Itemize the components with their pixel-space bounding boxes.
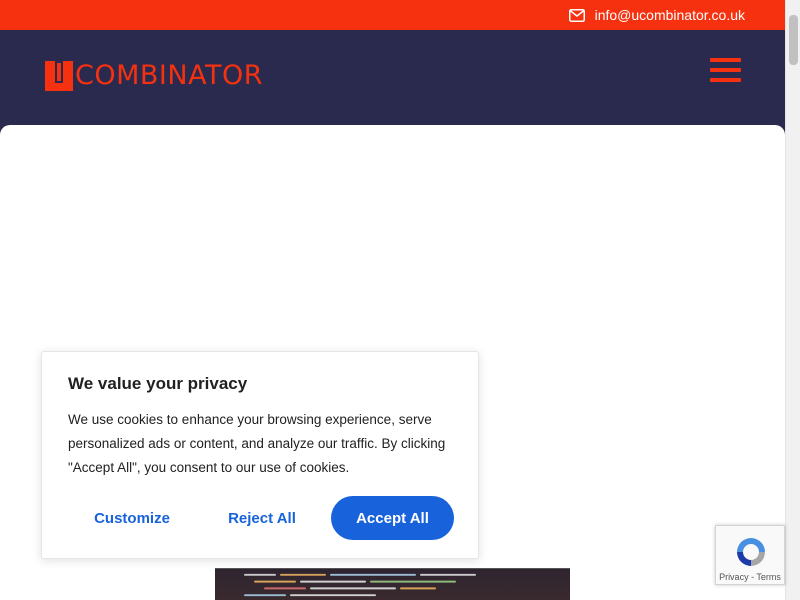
customize-button[interactable]: Customize [72,496,192,540]
privacy-link[interactable]: Privacy [719,572,749,582]
scrollbar-thumb[interactable] [789,15,798,65]
logo-mark-icon [45,61,73,91]
terms-link[interactable]: Terms [756,572,781,582]
hero-image [215,568,570,600]
site-header: COMBINATOR [0,30,785,130]
site-logo[interactable]: COMBINATOR [45,60,263,92]
email-text: info@ucombinator.co.uk [594,7,745,23]
accept-all-button[interactable]: Accept All [331,496,454,540]
menu-button[interactable] [710,58,741,84]
cookie-consent-banner: We value your privacy We use cookies to … [41,351,479,559]
code-screenshot-image [244,573,476,597]
email-link[interactable]: info@ucombinator.co.uk [568,5,745,25]
envelope-icon [568,8,585,22]
recaptcha-links: Privacy - Terms [716,572,784,582]
logo-text: COMBINATOR [75,60,263,91]
cookie-title: We value your privacy [68,374,248,393]
recaptcha-badge[interactable]: Privacy - Terms [715,525,785,585]
hamburger-line [710,78,741,82]
top-bar: info@ucombinator.co.uk [0,0,785,30]
hamburger-icon [710,58,741,62]
hamburger-line [710,68,741,72]
reject-all-button[interactable]: Reject All [202,496,322,540]
recaptcha-icon [737,538,765,566]
cookie-description: We use cookies to enhance your browsing … [68,412,446,475]
page-scrollbar[interactable] [785,0,800,600]
